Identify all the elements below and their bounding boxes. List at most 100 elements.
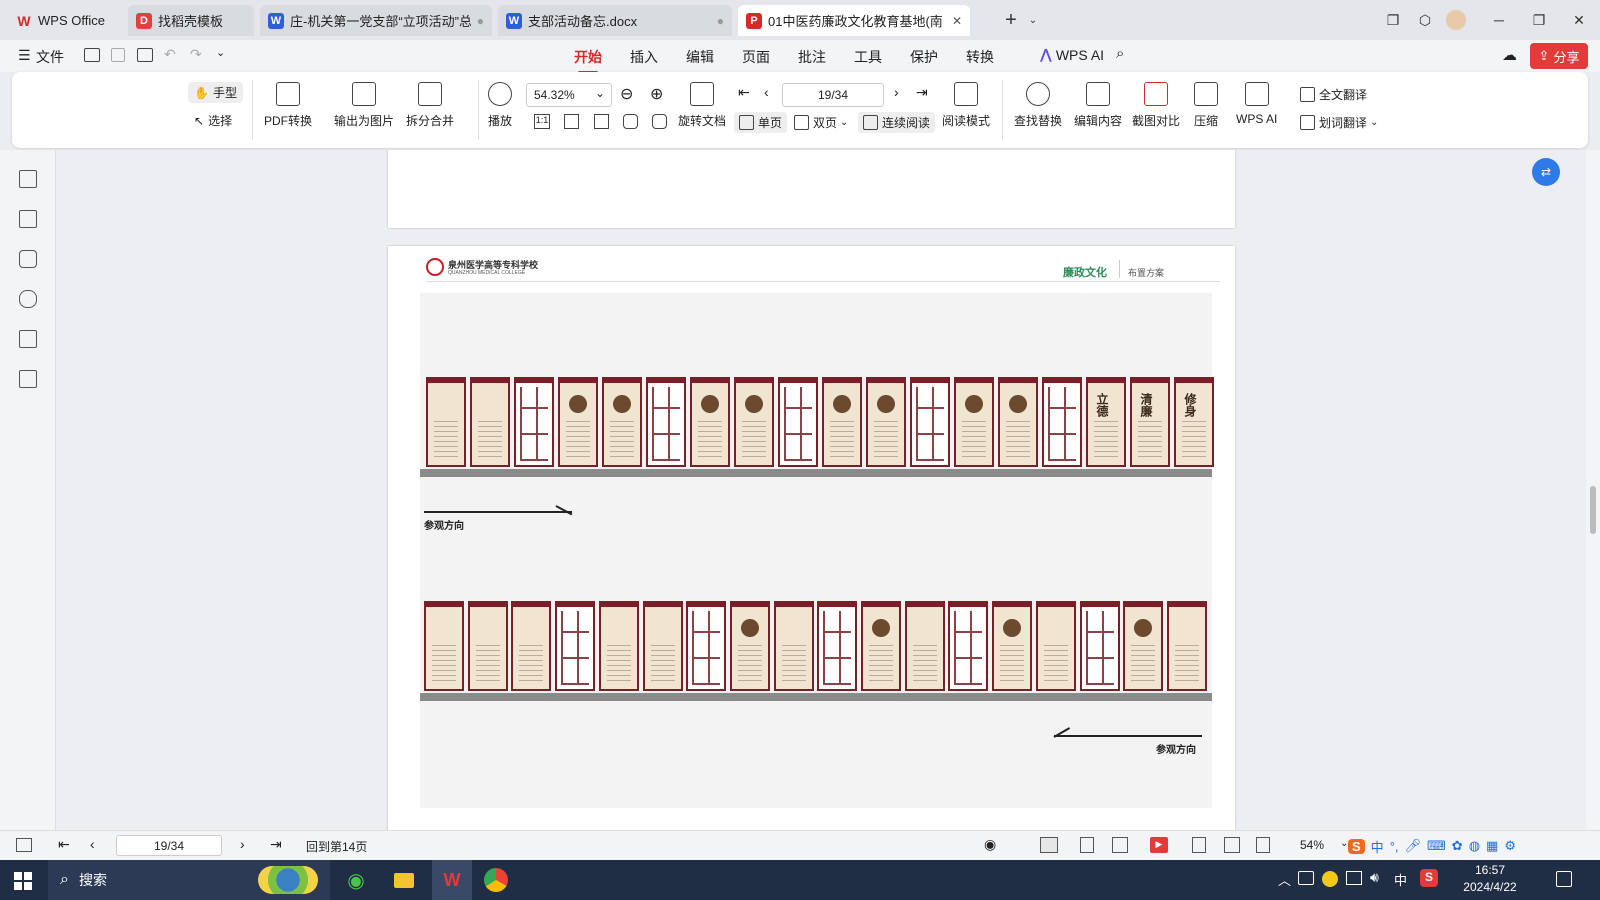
export-image-button[interactable]: 输出为图片 [334, 82, 394, 129]
prev-page-icon[interactable]: ‹ [764, 84, 769, 100]
attachment-icon[interactable] [19, 290, 37, 308]
tab-pdf-active[interactable]: P 01中医药廉政文化教育基地(南 ✕ [738, 5, 970, 36]
edit-content-button[interactable]: 编辑内容 [1074, 82, 1122, 129]
actual-size-icon[interactable]: 1:1 [534, 114, 550, 129]
menu-3[interactable]: 编辑 [686, 47, 714, 67]
full-translate-button[interactable]: 全文翻译 [1300, 86, 1367, 103]
clock-time[interactable]: 16:57 [1460, 863, 1520, 877]
tab-dot-icon[interactable]: ● [717, 14, 724, 28]
scrollbar-thumb[interactable] [1590, 486, 1596, 534]
wechat-icon[interactable]: ◉ [338, 866, 374, 894]
zoom-select[interactable]: 54.32% ⌄ [526, 83, 612, 107]
menu-6[interactable]: 工具 [854, 47, 882, 67]
chevron-down-icon[interactable]: ⌄ [216, 46, 225, 59]
pdf-convert-button[interactable]: PDF转换 [264, 82, 312, 129]
tab-docer[interactable]: D 找稻壳模板 [128, 5, 254, 36]
open-folder-icon[interactable] [84, 48, 100, 62]
page-number-input[interactable]: 19/34 [782, 83, 884, 107]
vertical-scrollbar[interactable] [1586, 150, 1600, 830]
comment-icon[interactable] [19, 250, 37, 268]
cloud-icon[interactable]: ☁ [1502, 46, 1517, 64]
thumbnail-icon[interactable] [19, 210, 37, 228]
taskbar-search[interactable]: ⌕ 搜索 [48, 860, 330, 900]
tab-doc-2[interactable]: W 支部活动备忘.docx ● [498, 5, 732, 36]
windows-start-icon[interactable] [14, 872, 32, 890]
word-translate-button[interactable]: 划词翻译 ⌄ [1300, 114, 1378, 131]
next-page-icon[interactable]: › [894, 84, 899, 100]
back-to-page-link[interactable]: 回到第14页 [306, 838, 367, 855]
first-page-icon[interactable]: ⇤ [738, 84, 750, 101]
single-page-button[interactable]: 单页 [734, 112, 788, 133]
menu-8[interactable]: 转换 [966, 47, 994, 67]
bookmark-icon[interactable] [19, 170, 37, 188]
select-tool-button[interactable]: ↖ 选择 [194, 112, 232, 129]
chevron-up-icon[interactable]: ︿ [1278, 870, 1291, 889]
continuous-read-button[interactable]: 连续阅读 [858, 112, 936, 133]
continuous-view-icon[interactable] [1040, 837, 1058, 853]
window-layout-icon[interactable]: ❐ [1382, 10, 1404, 30]
new-tab-icon[interactable]: + [1000, 9, 1022, 31]
tray-app-icon[interactable] [1322, 871, 1338, 887]
tab-doc-1[interactable]: W 庄-机关第一党支部“立项活动”总 ● [260, 5, 492, 36]
close-icon[interactable]: ✕ [952, 14, 962, 28]
next-page-icon[interactable]: › [240, 836, 245, 852]
maximize-icon[interactable]: ❐ [1528, 10, 1550, 30]
undo-icon[interactable]: ↶ [164, 46, 176, 63]
system-tray-icon[interactable] [1298, 871, 1314, 885]
rotate-left-icon[interactable] [623, 114, 638, 129]
window-close-icon[interactable]: ✕ [1568, 10, 1590, 30]
cube-icon[interactable]: ⬡ [1414, 10, 1436, 30]
signature-icon[interactable] [19, 330, 37, 348]
ime-toolbar[interactable]: S 中 °, 🎤︎ ⌨ ✿ ◍ ▦ ⚙ [1348, 831, 1600, 861]
read-mode-button[interactable]: 阅读模式 [942, 82, 990, 129]
redo-icon[interactable]: ↷ [190, 46, 202, 63]
play-button[interactable]: 播放 [488, 82, 512, 129]
ime-indicator[interactable]: 中 [1394, 870, 1407, 889]
double-page-button[interactable]: 双页 ⌄ [794, 114, 848, 131]
share-button[interactable]: ⇪ 分享 [1530, 43, 1588, 69]
menu-5[interactable]: 批注 [798, 47, 826, 67]
zoom-out-icon[interactable]: ⊖ [620, 84, 633, 104]
tab-wps-office[interactable]: W WPS Office [8, 5, 120, 36]
zoom-level[interactable]: 54% [1300, 838, 1324, 852]
search-icon[interactable]: ⌕ [1116, 45, 1124, 62]
single-view-icon[interactable] [1080, 837, 1094, 853]
volume-icon[interactable]: 🔊︎ [1370, 869, 1379, 886]
last-page-icon[interactable]: ⇥ [916, 84, 928, 101]
split-merge-button[interactable]: 拆分合并 [406, 82, 454, 129]
prev-page-icon[interactable]: ‹ [90, 836, 95, 852]
menu-4[interactable]: 页面 [742, 47, 770, 67]
fit-page-icon[interactable] [1192, 837, 1206, 853]
save-icon[interactable] [111, 48, 125, 62]
sogou-tray-icon[interactable]: S [1420, 869, 1438, 887]
notification-icon[interactable] [1556, 871, 1572, 887]
file-explorer-icon[interactable] [386, 866, 422, 894]
network-icon[interactable] [1346, 871, 1362, 885]
chevron-down-icon[interactable]: ⌄ [1022, 10, 1044, 30]
fullscreen-icon[interactable] [1224, 837, 1240, 853]
print-icon[interactable] [137, 48, 153, 62]
find-replace-button[interactable]: 查找替换 [1014, 82, 1062, 129]
hamburger-icon[interactable]: ☰ [18, 47, 31, 64]
status-page-input[interactable]: 19/34 [116, 835, 222, 856]
minimize-icon[interactable]: ─ [1488, 10, 1510, 30]
menu-file[interactable]: 文件 [36, 47, 64, 67]
wps-ai-ribbon-button[interactable]: WPS AI [1236, 82, 1277, 126]
fit-width-icon[interactable] [594, 114, 609, 129]
play-icon[interactable]: ▶ [1150, 837, 1168, 853]
wps-taskbar-icon[interactable]: W [432, 860, 472, 900]
avatar[interactable] [1446, 10, 1466, 30]
tab-dot-icon[interactable]: ● [477, 14, 484, 28]
clock-date[interactable]: 2024/4/22 [1450, 880, 1530, 894]
sidebar-toggle-icon[interactable] [16, 838, 32, 852]
zoom-in-icon[interactable]: ⊕ [650, 84, 663, 104]
crop-icon[interactable] [1256, 837, 1270, 853]
hand-tool-button[interactable]: ✋ 手型 [188, 82, 243, 103]
eye-icon[interactable]: ◉ [984, 836, 996, 853]
double-view-icon[interactable] [1112, 837, 1128, 853]
last-page-icon[interactable]: ⇥ [270, 836, 282, 853]
menu-7[interactable]: 保护 [910, 47, 938, 67]
first-page-icon[interactable]: ⇤ [58, 836, 70, 853]
wps-ai-menu[interactable]: ⋀ WPS AI [1040, 46, 1104, 63]
rotate-doc-button[interactable]: 旋转文档 [678, 82, 726, 129]
